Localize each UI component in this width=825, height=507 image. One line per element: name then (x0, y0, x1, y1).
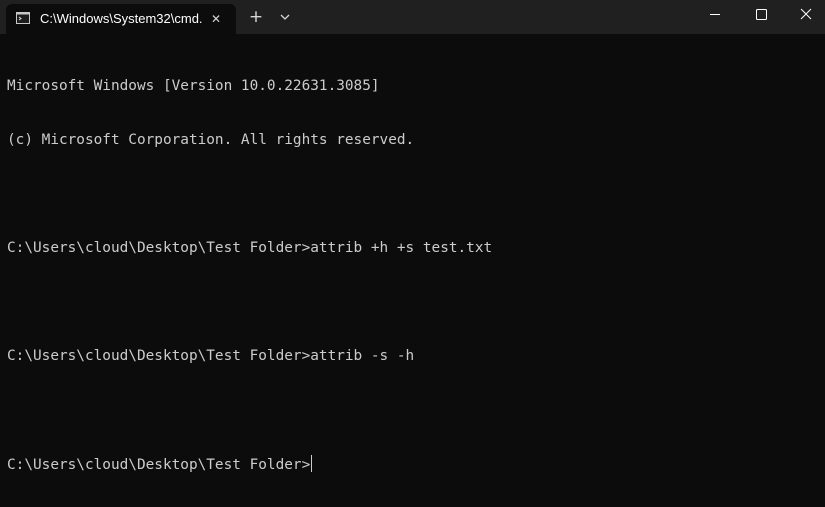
close-icon (800, 8, 812, 20)
text-cursor (311, 455, 313, 472)
command-line-2: C:\Users\cloud\Desktop\Test Folder>attri… (7, 348, 415, 364)
close-tab-button[interactable]: ✕ (207, 10, 225, 28)
tab-title: C:\Windows\System32\cmd.exe (40, 11, 203, 26)
close-icon: ✕ (210, 12, 222, 26)
command-line-1: C:\Users\cloud\Desktop\Test Folder>attri… (7, 240, 493, 256)
close-window-button[interactable] (783, 0, 825, 30)
minimize-button[interactable] (692, 0, 738, 30)
new-tab-button[interactable]: + (244, 6, 268, 28)
minimize-icon (710, 14, 720, 15)
maximize-icon (756, 9, 767, 20)
chevron-down-icon (280, 14, 290, 20)
terminal-output[interactable]: Microsoft Windows [Version 10.0.22631.30… (7, 41, 817, 501)
title-bar[interactable]: C:\Windows\System32\cmd.exe ✕ + (0, 0, 825, 34)
terminal-window: C:\Windows\System32\cmd.exe ✕ + (0, 0, 825, 507)
prompt-line[interactable]: C:\Users\cloud\Desktop\Test Folder> (7, 455, 817, 473)
plus-icon: + (248, 7, 264, 27)
prompt-text: C:\Users\cloud\Desktop\Test Folder> (7, 457, 311, 473)
terminal-icon (16, 12, 30, 24)
maximize-button[interactable] (738, 0, 784, 30)
version-line: Microsoft Windows [Version 10.0.22631.30… (7, 78, 380, 94)
tab-dropdown-button[interactable] (276, 7, 294, 27)
copyright-line: (c) Microsoft Corporation. All rights re… (7, 132, 415, 148)
tab-cmd[interactable]: C:\Windows\System32\cmd.exe ✕ (6, 4, 236, 34)
